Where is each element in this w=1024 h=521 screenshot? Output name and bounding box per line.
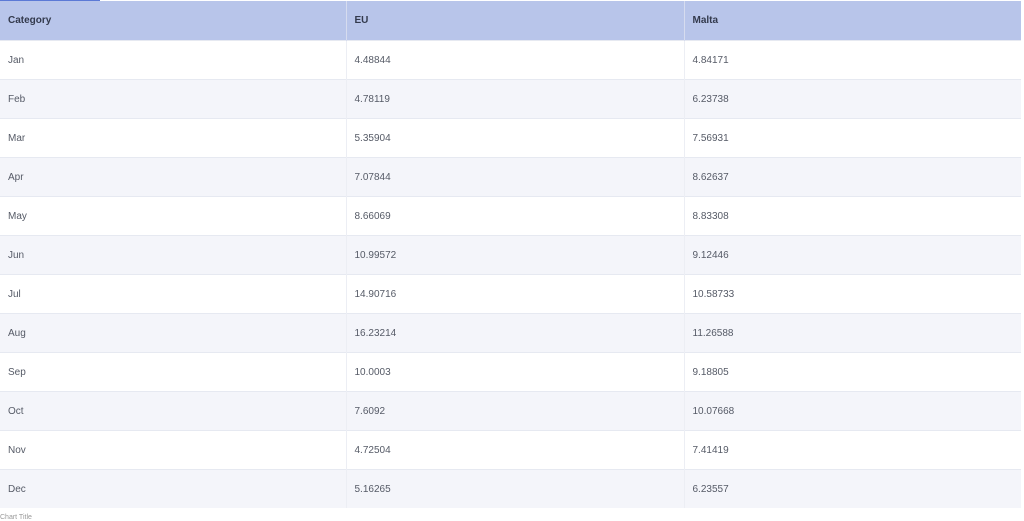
- column-header-eu[interactable]: EU: [346, 1, 685, 41]
- cell-category: Sep: [0, 352, 347, 392]
- cell-category: Oct: [0, 391, 347, 431]
- chart-title: Chart Title: [0, 514, 32, 521]
- cell-eu: 7.6092: [346, 391, 685, 431]
- column-header-malta[interactable]: Malta: [684, 1, 1021, 41]
- cell-eu: 10.99572: [346, 235, 685, 275]
- cell-eu: 8.66069: [346, 196, 685, 236]
- cell-category: Jun: [0, 235, 347, 275]
- cell-category: Dec: [0, 469, 347, 508]
- cell-malta: 9.18805: [684, 352, 1021, 392]
- cell-malta: 10.07668: [684, 391, 1021, 431]
- cell-category: May: [0, 196, 347, 236]
- table-row: Nov 4.72504 7.41419: [0, 430, 1021, 470]
- table-row: Jan 4.48844 4.84171: [0, 40, 1021, 80]
- cell-eu: 5.35904: [346, 118, 685, 158]
- page: Category EU Malta Jan 4.48844 4.84171 Feb 4.…: [0, 0, 1024, 521]
- cell-malta: 8.62637: [684, 157, 1021, 197]
- table-row: Aug 16.23214 11.26588: [0, 313, 1021, 353]
- cell-category: Nov: [0, 430, 347, 470]
- cell-eu: 5.16265: [346, 469, 685, 508]
- cell-eu: 4.72504: [346, 430, 685, 470]
- cell-malta: 10.58733: [684, 274, 1021, 314]
- table-row: Apr 7.07844 8.62637: [0, 157, 1021, 197]
- table-row: Mar 5.35904 7.56931: [0, 118, 1021, 158]
- cell-eu: 10.0003: [346, 352, 685, 392]
- cell-eu: 4.48844: [346, 40, 685, 80]
- cell-malta: 6.23557: [684, 469, 1021, 508]
- cell-category: Mar: [0, 118, 347, 158]
- cell-malta: 6.23738: [684, 79, 1021, 119]
- cell-eu: 16.23214: [346, 313, 685, 353]
- table-row: Jun 10.99572 9.12446: [0, 235, 1021, 275]
- table-row: May 8.66069 8.83308: [0, 196, 1021, 236]
- cell-malta: 7.56931: [684, 118, 1021, 158]
- header-row: Category EU Malta: [0, 1, 1021, 41]
- table-row: Oct 7.6092 10.07668: [0, 391, 1021, 431]
- cell-malta: 9.12446: [684, 235, 1021, 275]
- cell-malta: 11.26588: [684, 313, 1021, 353]
- table-row: Dec 5.16265 6.23557: [0, 469, 1021, 508]
- cell-eu: 4.78119: [346, 79, 685, 119]
- table-row: Feb 4.78119 6.23738: [0, 79, 1021, 119]
- cell-malta: 7.41419: [684, 430, 1021, 470]
- table-row: Sep 10.0003 9.18805: [0, 352, 1021, 392]
- cell-category: Feb: [0, 79, 347, 119]
- data-table: Category EU Malta Jan 4.48844 4.84171 Feb 4.…: [0, 1, 1021, 508]
- cell-category: Apr: [0, 157, 347, 197]
- table-body: Jan 4.48844 4.84171 Feb 4.78119 6.23738 Mar 5.3…: [0, 40, 1021, 508]
- table-row: Jul 14.90716 10.58733: [0, 274, 1021, 314]
- cell-category: Jul: [0, 274, 347, 314]
- column-header-category[interactable]: Category: [0, 1, 347, 41]
- cell-category: Jan: [0, 40, 347, 80]
- cell-eu: 14.90716: [346, 274, 685, 314]
- cell-malta: 4.84171: [684, 40, 1021, 80]
- cell-eu: 7.07844: [346, 157, 685, 197]
- cell-category: Aug: [0, 313, 347, 353]
- cell-malta: 8.83308: [684, 196, 1021, 236]
